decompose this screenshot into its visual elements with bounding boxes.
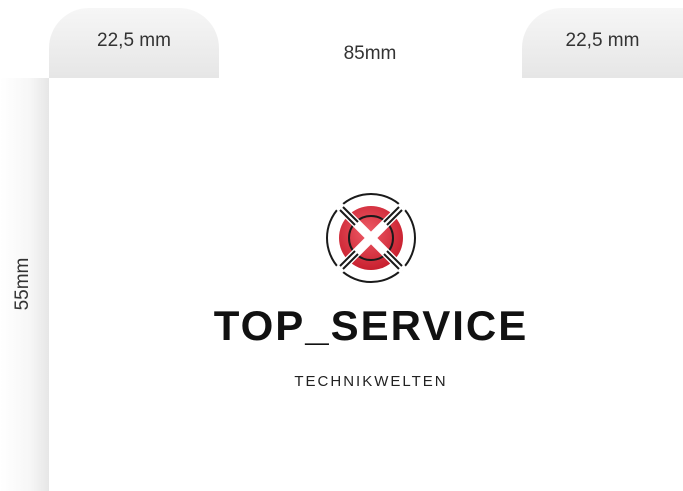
card-height-label: 55mm	[12, 257, 33, 311]
lifebuoy-icon	[326, 193, 416, 283]
left-margin-label: 22,5 mm	[97, 30, 171, 51]
right-margin-tab: 22,5 mm	[522, 8, 683, 78]
card-width-label: 85mm	[343, 43, 397, 64]
brand-tagline: TECHNIKWELTEN	[294, 373, 448, 390]
left-margin-tab: 22,5 mm	[49, 8, 219, 78]
brand-name: TOP_SERVICE	[213, 302, 529, 349]
right-margin-label: 22,5 mm	[565, 30, 640, 51]
